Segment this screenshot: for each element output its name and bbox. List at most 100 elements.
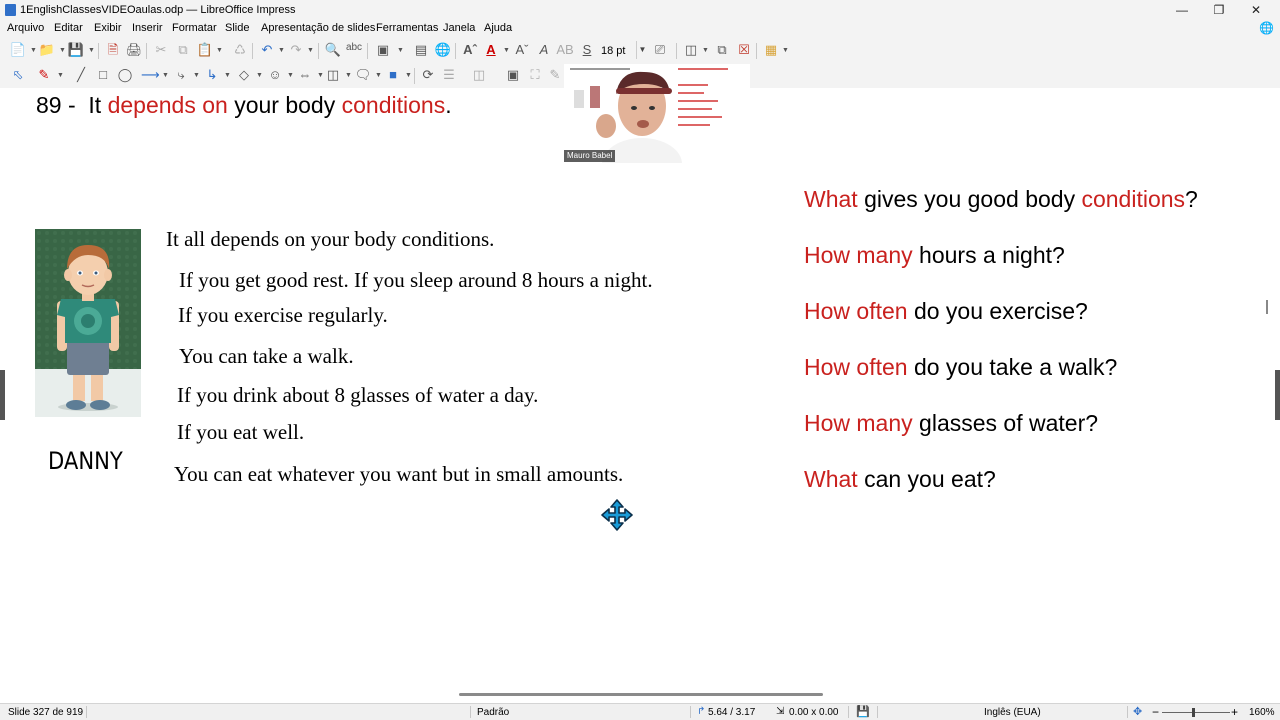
new-document-icon[interactable]: 📄: [9, 40, 27, 60]
chevron-down-icon[interactable]: ▼: [636, 41, 648, 59]
body-line[interactable]: You can eat whatever you want but in sma…: [174, 462, 623, 487]
question-line[interactable]: How many hours a night?: [804, 242, 1065, 269]
menu-slide[interactable]: Slide: [225, 22, 249, 34]
menu-formatar[interactable]: Formatar: [172, 22, 217, 34]
zoom-out-icon[interactable]: −: [1152, 705, 1159, 719]
symbol-shapes-icon[interactable]: ☺: [266, 65, 284, 85]
filter-icon[interactable]: ✎: [546, 65, 564, 85]
slide-layout-icon[interactable]: ▦: [762, 40, 780, 60]
slide-canvas[interactable]: 89 - It depends on your body conditions.: [0, 88, 1280, 690]
align-icon[interactable]: ☰: [440, 65, 458, 85]
clone-formatting-icon[interactable]: ♺: [231, 40, 249, 60]
question-line[interactable]: How often do you take a walk?: [804, 354, 1117, 381]
save-icon[interactable]: 💾: [67, 40, 85, 60]
chevron-down-icon[interactable]: ▼: [30, 47, 37, 54]
body-line[interactable]: It all depends on your body conditions.: [166, 227, 494, 252]
export-pdf-icon[interactable]: 🗎: [104, 40, 122, 60]
chevron-down-icon[interactable]: ▼: [256, 72, 263, 79]
question-line[interactable]: How often do you exercise?: [804, 298, 1088, 325]
zoom-slider-thumb[interactable]: [1192, 708, 1195, 717]
menu-ajuda[interactable]: Ajuda: [484, 22, 512, 34]
chevron-down-icon[interactable]: ▼: [397, 47, 404, 54]
chevron-down-icon[interactable]: ▼: [503, 47, 510, 54]
chevron-down-icon[interactable]: ▼: [287, 72, 294, 79]
body-line[interactable]: If you drink about 8 glasses of water a …: [177, 383, 538, 408]
chevron-down-icon[interactable]: ▼: [317, 72, 324, 79]
increase-font-icon[interactable]: Aˆ: [461, 40, 479, 60]
left-pane-toggle[interactable]: [0, 370, 5, 420]
chevron-down-icon[interactable]: ▼: [193, 72, 200, 79]
language-status[interactable]: Inglês (EUA): [984, 707, 1041, 718]
spelling-icon[interactable]: abc: [345, 38, 363, 58]
chevron-down-icon[interactable]: ▼: [216, 47, 223, 54]
right-pane-toggle[interactable]: [1275, 370, 1280, 420]
question-line[interactable]: How many glasses of water?: [804, 410, 1098, 437]
chevron-down-icon[interactable]: ▼: [405, 72, 412, 79]
crop-icon[interactable]: ⛶: [526, 65, 544, 85]
globe-icon[interactable]: 🌐: [1259, 21, 1274, 35]
fontwork-icon[interactable]: A: [535, 40, 553, 60]
outline-font-icon[interactable]: AB: [556, 40, 574, 60]
menu-inserir[interactable]: Inserir: [132, 22, 163, 34]
arrange-icon[interactable]: ◫: [470, 65, 488, 85]
chevron-down-icon[interactable]: ▼: [702, 47, 709, 54]
master-slide-name[interactable]: Padrão: [477, 707, 509, 718]
zoom-level[interactable]: 160%: [1249, 707, 1275, 718]
fit-slide-icon[interactable]: ✥: [1133, 705, 1142, 718]
rectangle-icon[interactable]: □: [94, 65, 112, 85]
body-line[interactable]: If you get good rest. If you sleep aroun…: [179, 268, 653, 293]
cut-icon[interactable]: ✂: [152, 40, 170, 60]
zoom-slider[interactable]: [1162, 712, 1230, 713]
line-icon[interactable]: ╱: [72, 65, 90, 85]
basic-shapes-icon[interactable]: ◇: [235, 65, 253, 85]
slide-title[interactable]: 89 - It depends on your body conditions.: [36, 92, 452, 119]
ellipse-icon[interactable]: ◯: [116, 65, 134, 85]
menu-editar[interactable]: Editar: [54, 22, 83, 34]
select-pointer-icon[interactable]: ⬁: [9, 65, 27, 85]
menu-exibir[interactable]: Exibir: [94, 22, 122, 34]
redo-icon[interactable]: ↷: [287, 40, 305, 60]
line-color-icon[interactable]: ✎: [35, 65, 53, 85]
chevron-down-icon[interactable]: ▼: [345, 72, 352, 79]
font-color-icon[interactable]: A: [482, 40, 500, 60]
display-views-icon[interactable]: ▣: [374, 40, 392, 60]
undo-icon[interactable]: ↶: [258, 40, 276, 60]
chevron-down-icon[interactable]: ▼: [88, 47, 95, 54]
callouts-icon[interactable]: 🗨: [354, 65, 372, 85]
body-line[interactable]: If you exercise regularly.: [178, 303, 388, 328]
flowchart-icon[interactable]: ◫: [324, 65, 342, 85]
paste-icon[interactable]: 📋: [196, 40, 214, 60]
chevron-down-icon[interactable]: ▼: [59, 47, 66, 54]
find-replace-icon[interactable]: 🔍: [324, 40, 342, 60]
danny-avatar-image[interactable]: [35, 229, 141, 417]
copy-icon[interactable]: ⧉: [174, 40, 192, 60]
body-line[interactable]: You can take a walk.: [179, 344, 354, 369]
print-icon[interactable]: 🖨: [125, 40, 143, 60]
connector-icon[interactable]: ↳: [203, 65, 221, 85]
slide-counter[interactable]: Slide 327 de 919: [8, 707, 83, 718]
chevron-down-icon[interactable]: ▼: [162, 72, 169, 79]
chevron-down-icon[interactable]: ▼: [224, 72, 231, 79]
question-line[interactable]: What can you eat?: [804, 466, 996, 493]
decrease-font-icon[interactable]: Aˇ: [513, 40, 531, 60]
minimize-button[interactable]: —: [1164, 0, 1200, 20]
menu-ferramentas[interactable]: Ferramentas: [376, 22, 438, 34]
menu-janela[interactable]: Janela: [443, 22, 475, 34]
delete-slide-icon[interactable]: ☒: [735, 40, 753, 60]
duplicate-slide-icon[interactable]: ⧉: [713, 40, 731, 60]
document-modified-icon[interactable]: 💾: [856, 705, 870, 718]
menu-arquivo[interactable]: Arquivo: [7, 22, 44, 34]
zoom-in-icon[interactable]: +: [1231, 705, 1238, 719]
chevron-down-icon[interactable]: ▼: [375, 72, 382, 79]
chevron-down-icon[interactable]: ▼: [57, 72, 64, 79]
danny-caption[interactable]: DANNY: [48, 447, 123, 475]
3d-objects-icon[interactable]: ■: [384, 65, 402, 85]
horizontal-scrollbar[interactable]: [459, 693, 823, 696]
chevron-down-icon[interactable]: ▼: [307, 47, 314, 54]
presentation-icon[interactable]: ⎚: [651, 40, 669, 60]
hyperlink-icon[interactable]: 🌐: [434, 40, 452, 60]
close-button[interactable]: ✕: [1238, 0, 1274, 20]
chevron-down-icon[interactable]: ▼: [278, 47, 285, 54]
vertical-scrollbar[interactable]: [1266, 300, 1268, 314]
question-line[interactable]: What gives you good body conditions?: [804, 186, 1198, 213]
